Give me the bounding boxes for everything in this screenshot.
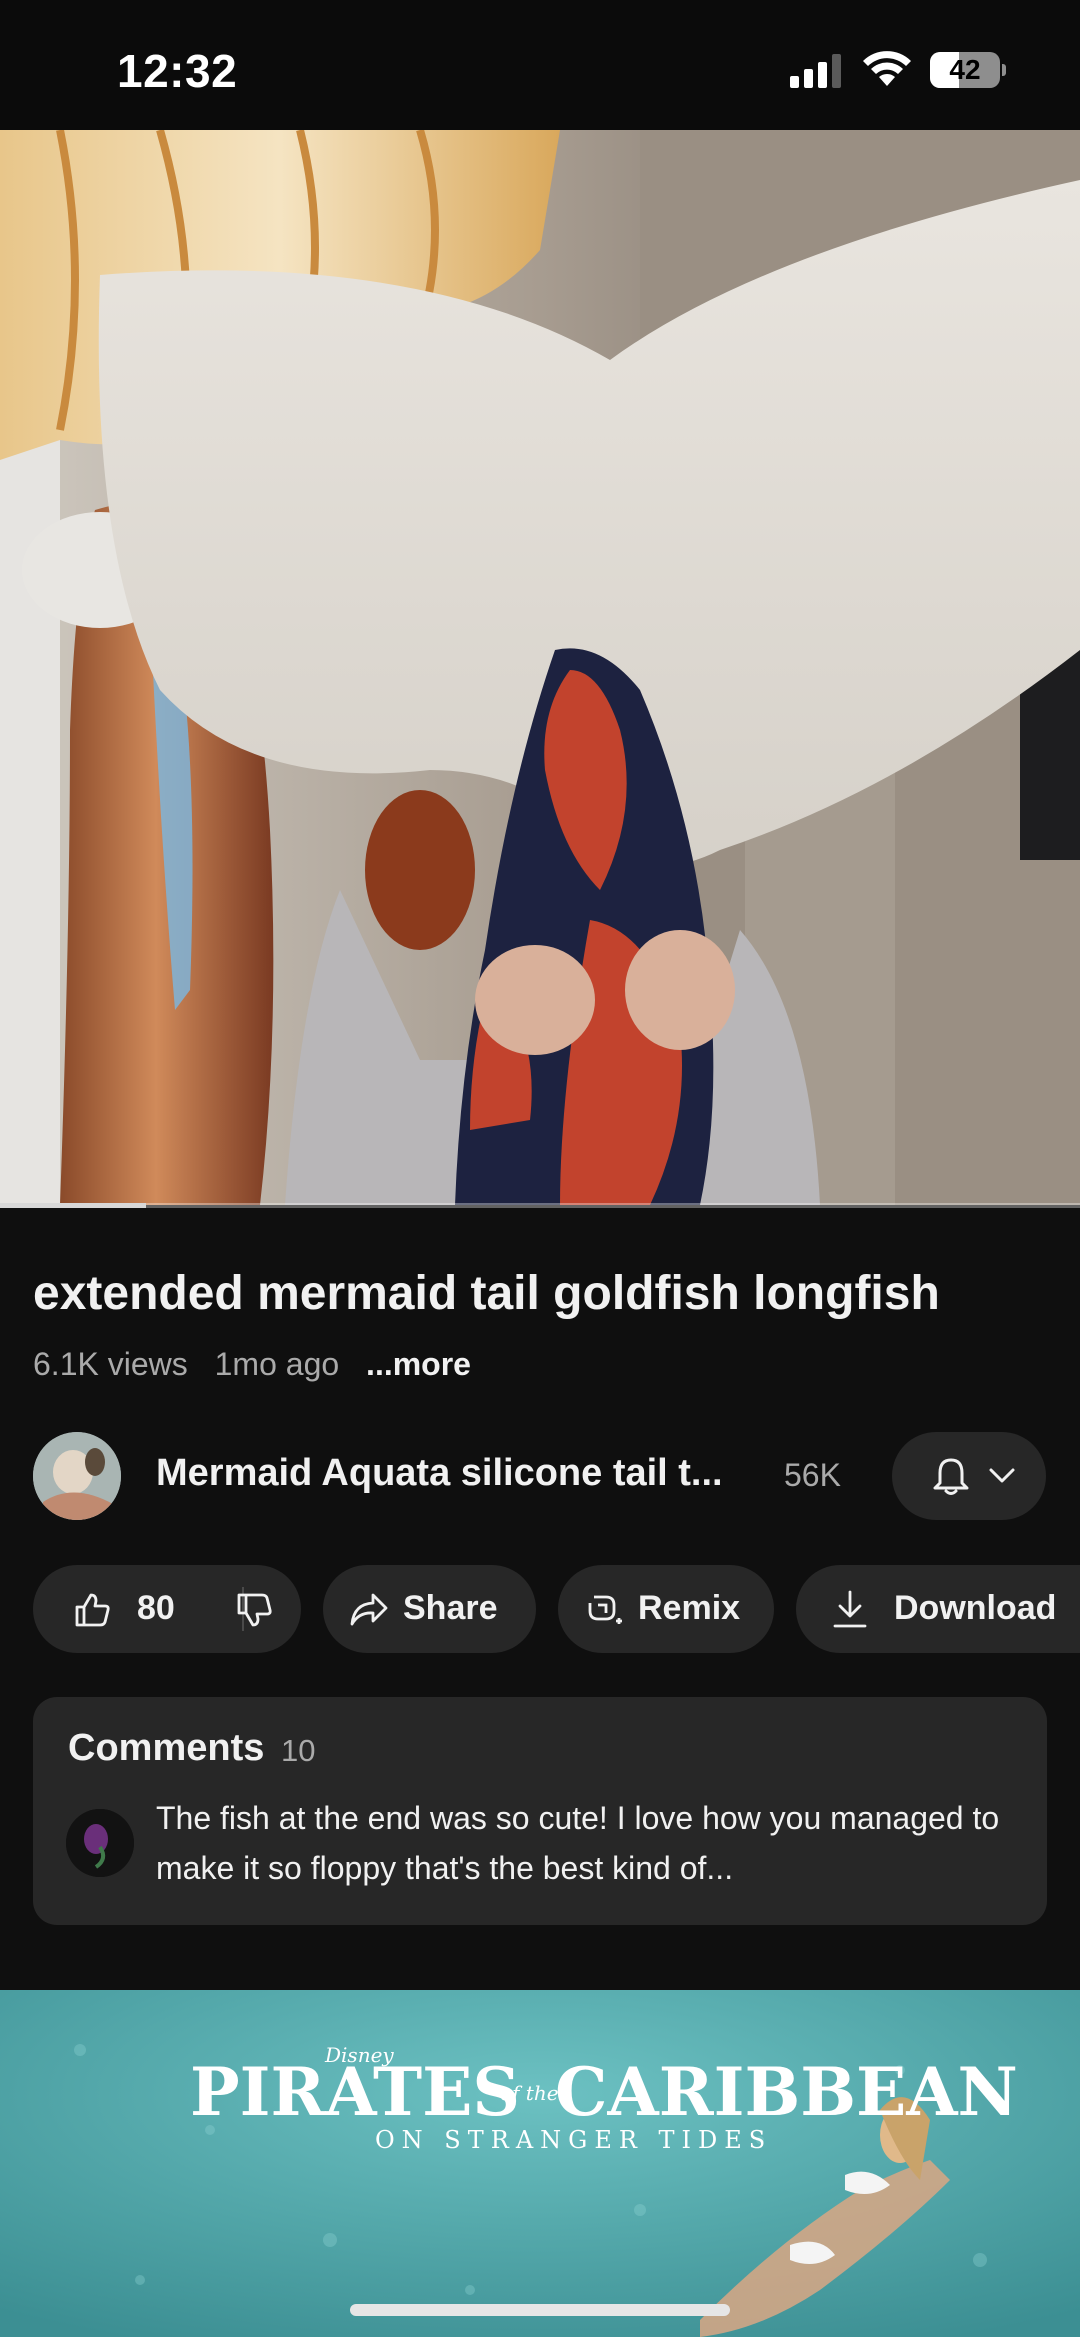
comments-panel[interactable]: Comments 10 The fish at the end was so c… [33, 1697, 1047, 1925]
subscriber-count: 56K [784, 1457, 841, 1493]
download-label: Download [894, 1589, 1057, 1627]
video-progress-fill [0, 1203, 146, 1208]
title-of-the: of the [500, 2081, 559, 2105]
status-bar: 12:32 42 [0, 0, 1080, 130]
video-meta[interactable]: 6.1K views 1mo ago ...more [33, 1346, 489, 1383]
remix-label: Remix [638, 1589, 741, 1627]
thumbs-up-icon[interactable] [73, 1591, 111, 1629]
status-time: 12:32 [117, 45, 238, 97]
remix-icon [588, 1595, 622, 1624]
view-count: 6.1K views [33, 1346, 188, 1382]
chevron-down-icon [989, 1468, 1015, 1483]
remix-button[interactable]: Remix [558, 1565, 774, 1653]
subscription-bell-button[interactable] [892, 1432, 1046, 1520]
top-comment-text: The fish at the end was so cute! I love … [156, 1800, 1000, 1886]
signal-strength-icon [790, 54, 841, 88]
like-count: 80 [137, 1589, 175, 1627]
title-caribbean: CARIBBEAN [555, 2053, 1018, 2131]
video-frame [0, 130, 1080, 1205]
upload-age: 1mo ago [214, 1346, 340, 1382]
next-video-thumbnail[interactable]: Disney PIRATES of the CARIBBEAN ON STRAN… [0, 1990, 1080, 2337]
video-title[interactable]: extended mermaid tail goldfish longfish [33, 1266, 1043, 1321]
home-indicator[interactable] [350, 2304, 730, 2316]
share-label: Share [403, 1589, 498, 1627]
comments-heading: Comments [68, 1727, 265, 1769]
more-link[interactable]: ...more [366, 1346, 471, 1382]
movie-title-logo: Disney PIRATES of the CARIBBEAN ON STRAN… [190, 2043, 1018, 2150]
title-main: PIRATES [190, 2053, 520, 2131]
channel-name[interactable]: Mermaid Aquata silicone tail t... [156, 1452, 723, 1495]
like-dislike-group[interactable]: 80 [33, 1565, 301, 1653]
video-player[interactable] [0, 130, 1080, 1205]
wifi-icon [863, 51, 911, 86]
comments-count: 10 [281, 1733, 316, 1768]
download-button[interactable]: Download [796, 1565, 1080, 1653]
battery-icon: 42 [930, 52, 1006, 88]
title-subtitle: ON STRANGER TIDES [375, 2126, 772, 2150]
download-icon [833, 1590, 867, 1628]
commenter-avatar [66, 1809, 134, 1877]
share-button[interactable]: Share [323, 1565, 536, 1653]
video-progress-bar[interactable] [0, 1203, 1080, 1208]
battery-level: 42 [949, 54, 981, 85]
bell-icon [933, 1458, 969, 1495]
thumbs-down-icon[interactable] [235, 1591, 273, 1629]
share-icon [350, 1593, 388, 1626]
channel-avatar[interactable] [33, 1432, 121, 1520]
